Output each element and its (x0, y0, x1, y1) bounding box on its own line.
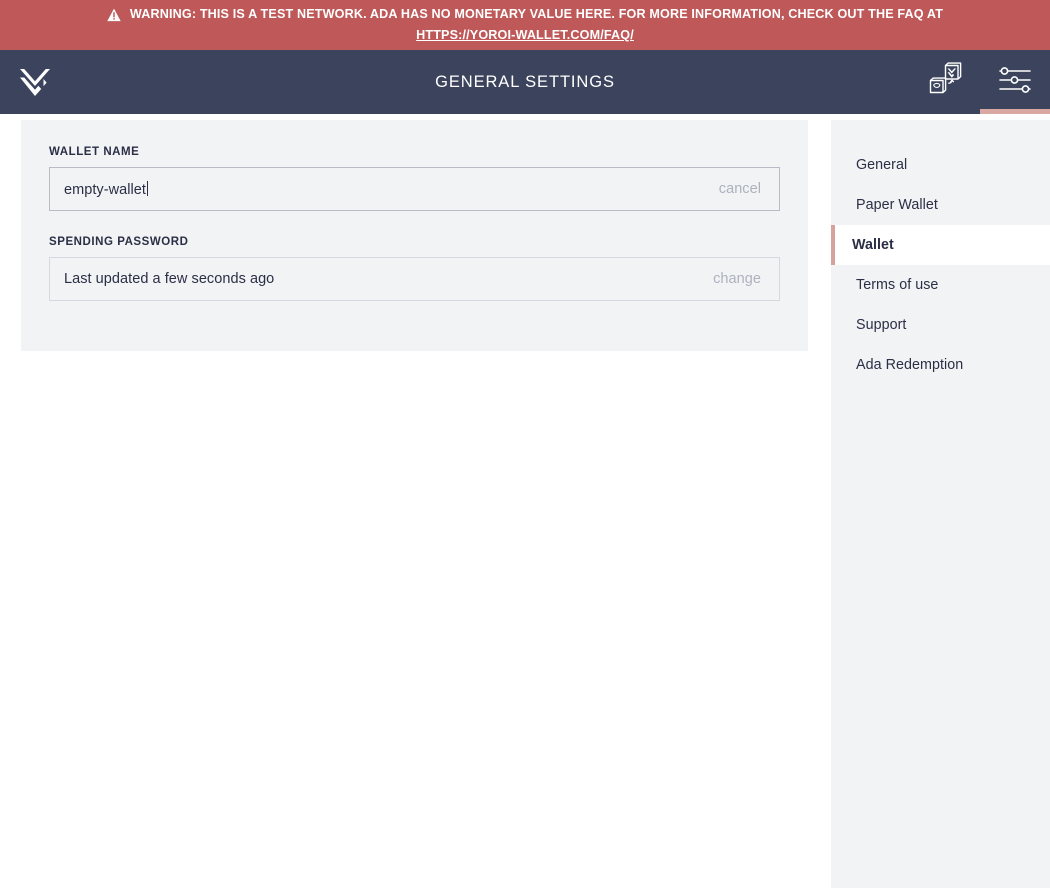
menu-item-support[interactable]: Support (831, 305, 1050, 345)
yoroi-logo-icon[interactable] (18, 65, 52, 99)
spending-password-change-button[interactable]: change (713, 271, 761, 287)
text-caret (147, 180, 148, 196)
spending-password-row[interactable]: Last updated a few seconds ago change (49, 257, 780, 301)
menu-item-terms-of-use[interactable]: Terms of use (831, 265, 1050, 305)
test-network-warning-banner: WARNING: THIS IS A TEST NETWORK. ADA HAS… (0, 0, 1050, 50)
faq-link[interactable]: HTTPS://YOROI-WALLET.COM/FAQ/ (416, 25, 634, 46)
wallet-settings-card: WALLET NAME empty-wallet cancel SPENDING… (21, 120, 808, 351)
menu-item-wallet[interactable]: Wallet (831, 225, 1050, 265)
app-root: WARNING: THIS IS A TEST NETWORK. ADA HAS… (0, 0, 1050, 888)
spending-password-status: Last updated a few seconds ago (64, 271, 275, 287)
wallet-name-value: empty-wallet (64, 180, 719, 198)
wallet-switch-button[interactable] (910, 50, 980, 114)
menu-item-ada-redemption[interactable]: Ada Redemption (831, 345, 1050, 385)
wallet-name-label: WALLET NAME (49, 146, 140, 158)
settings-menu: General Paper Wallet Wallet Terms of use… (831, 120, 1050, 888)
wallet-name-text: empty-wallet (64, 181, 146, 198)
navbar-actions (910, 50, 1050, 114)
wallet-name-input[interactable]: empty-wallet cancel (49, 167, 780, 211)
content-area: WALLET NAME empty-wallet cancel SPENDING… (0, 114, 1050, 888)
warning-text: WARNING: THIS IS A TEST NETWORK. ADA HAS… (129, 7, 944, 21)
warning-message-line: WARNING: THIS IS A TEST NETWORK. ADA HAS… (107, 4, 943, 25)
menu-item-paper-wallet[interactable]: Paper Wallet (831, 185, 1050, 225)
settings-button[interactable] (980, 50, 1050, 114)
menu-item-general[interactable]: General (831, 145, 1050, 185)
wallet-name-cancel-button[interactable]: cancel (719, 181, 761, 197)
spending-password-label: SPENDING PASSWORD (49, 236, 189, 248)
warning-triangle-icon (107, 8, 121, 22)
wallet-switch-icon (924, 59, 966, 106)
top-navbar: GENERAL SETTINGS (0, 50, 1050, 114)
settings-sliders-icon (998, 66, 1032, 99)
page-title: GENERAL SETTINGS (435, 72, 615, 91)
